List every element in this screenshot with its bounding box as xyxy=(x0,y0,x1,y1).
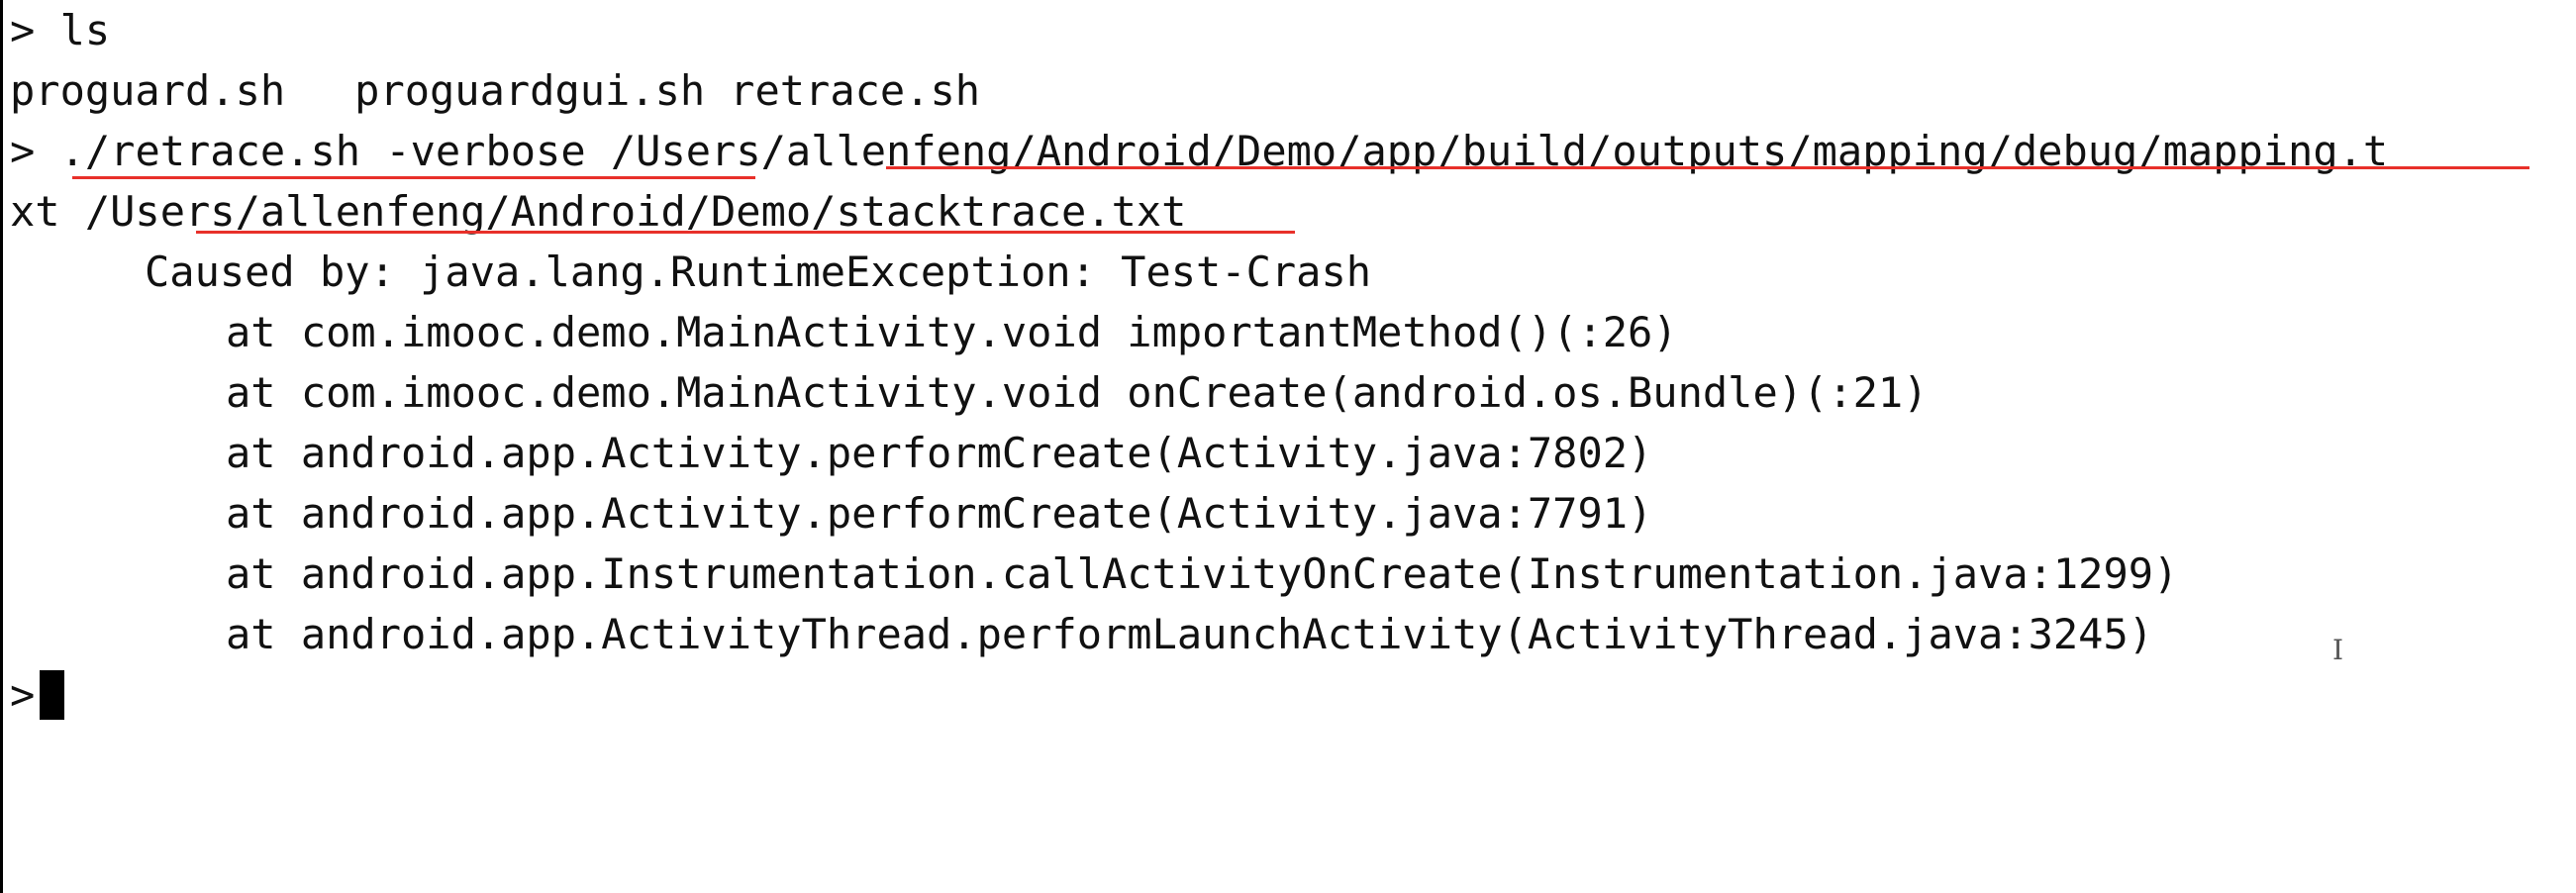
command-retrace-part2: xt /Users/allenfeng/Android/Demo/stacktr… xyxy=(10,187,1187,236)
annotation-underline xyxy=(72,176,755,179)
stack-frame: at android.app.Instrumentation.callActiv… xyxy=(226,549,2179,598)
annotation-underline xyxy=(886,166,2529,169)
command-prompt-empty[interactable]: > xyxy=(10,664,65,725)
stack-frame: at android.app.ActivityThread.performLau… xyxy=(226,610,2154,658)
text-cursor xyxy=(40,669,65,720)
command-ls: ls xyxy=(59,6,111,54)
prompt: > xyxy=(10,6,36,54)
terminal-window[interactable]: > ls proguard.sh proguardgui.sh retrace.sh… xyxy=(0,0,2576,893)
file-proguard: proguard.sh xyxy=(10,66,286,115)
ls-output: proguard.sh proguardgui.sh retrace.sh xyxy=(10,60,980,121)
file-proguardgui: proguardgui.sh xyxy=(354,66,706,115)
annotation-underline xyxy=(196,231,1295,234)
stack-frame: at com.imooc.demo.MainActivity.void onCr… xyxy=(226,368,1929,417)
prompt: > xyxy=(10,670,36,719)
ibeam-cursor-icon: I xyxy=(2332,634,2344,666)
caused-by-line: Caused by: java.lang.RuntimeException: T… xyxy=(145,248,1372,296)
command-line-ls: > ls xyxy=(10,0,110,60)
command-line-retrace: > ./retrace.sh -verbose /Users/allenfeng… xyxy=(10,121,2388,181)
stack-frame: at android.app.Activity.performCreate(Ac… xyxy=(226,429,1653,477)
stack-frame: at com.imooc.demo.MainActivity.void impo… xyxy=(226,308,1678,356)
prompt: > xyxy=(10,127,36,175)
stack-frame: at android.app.Activity.performCreate(Ac… xyxy=(226,489,1653,538)
file-retrace: retrace.sh xyxy=(730,66,981,115)
